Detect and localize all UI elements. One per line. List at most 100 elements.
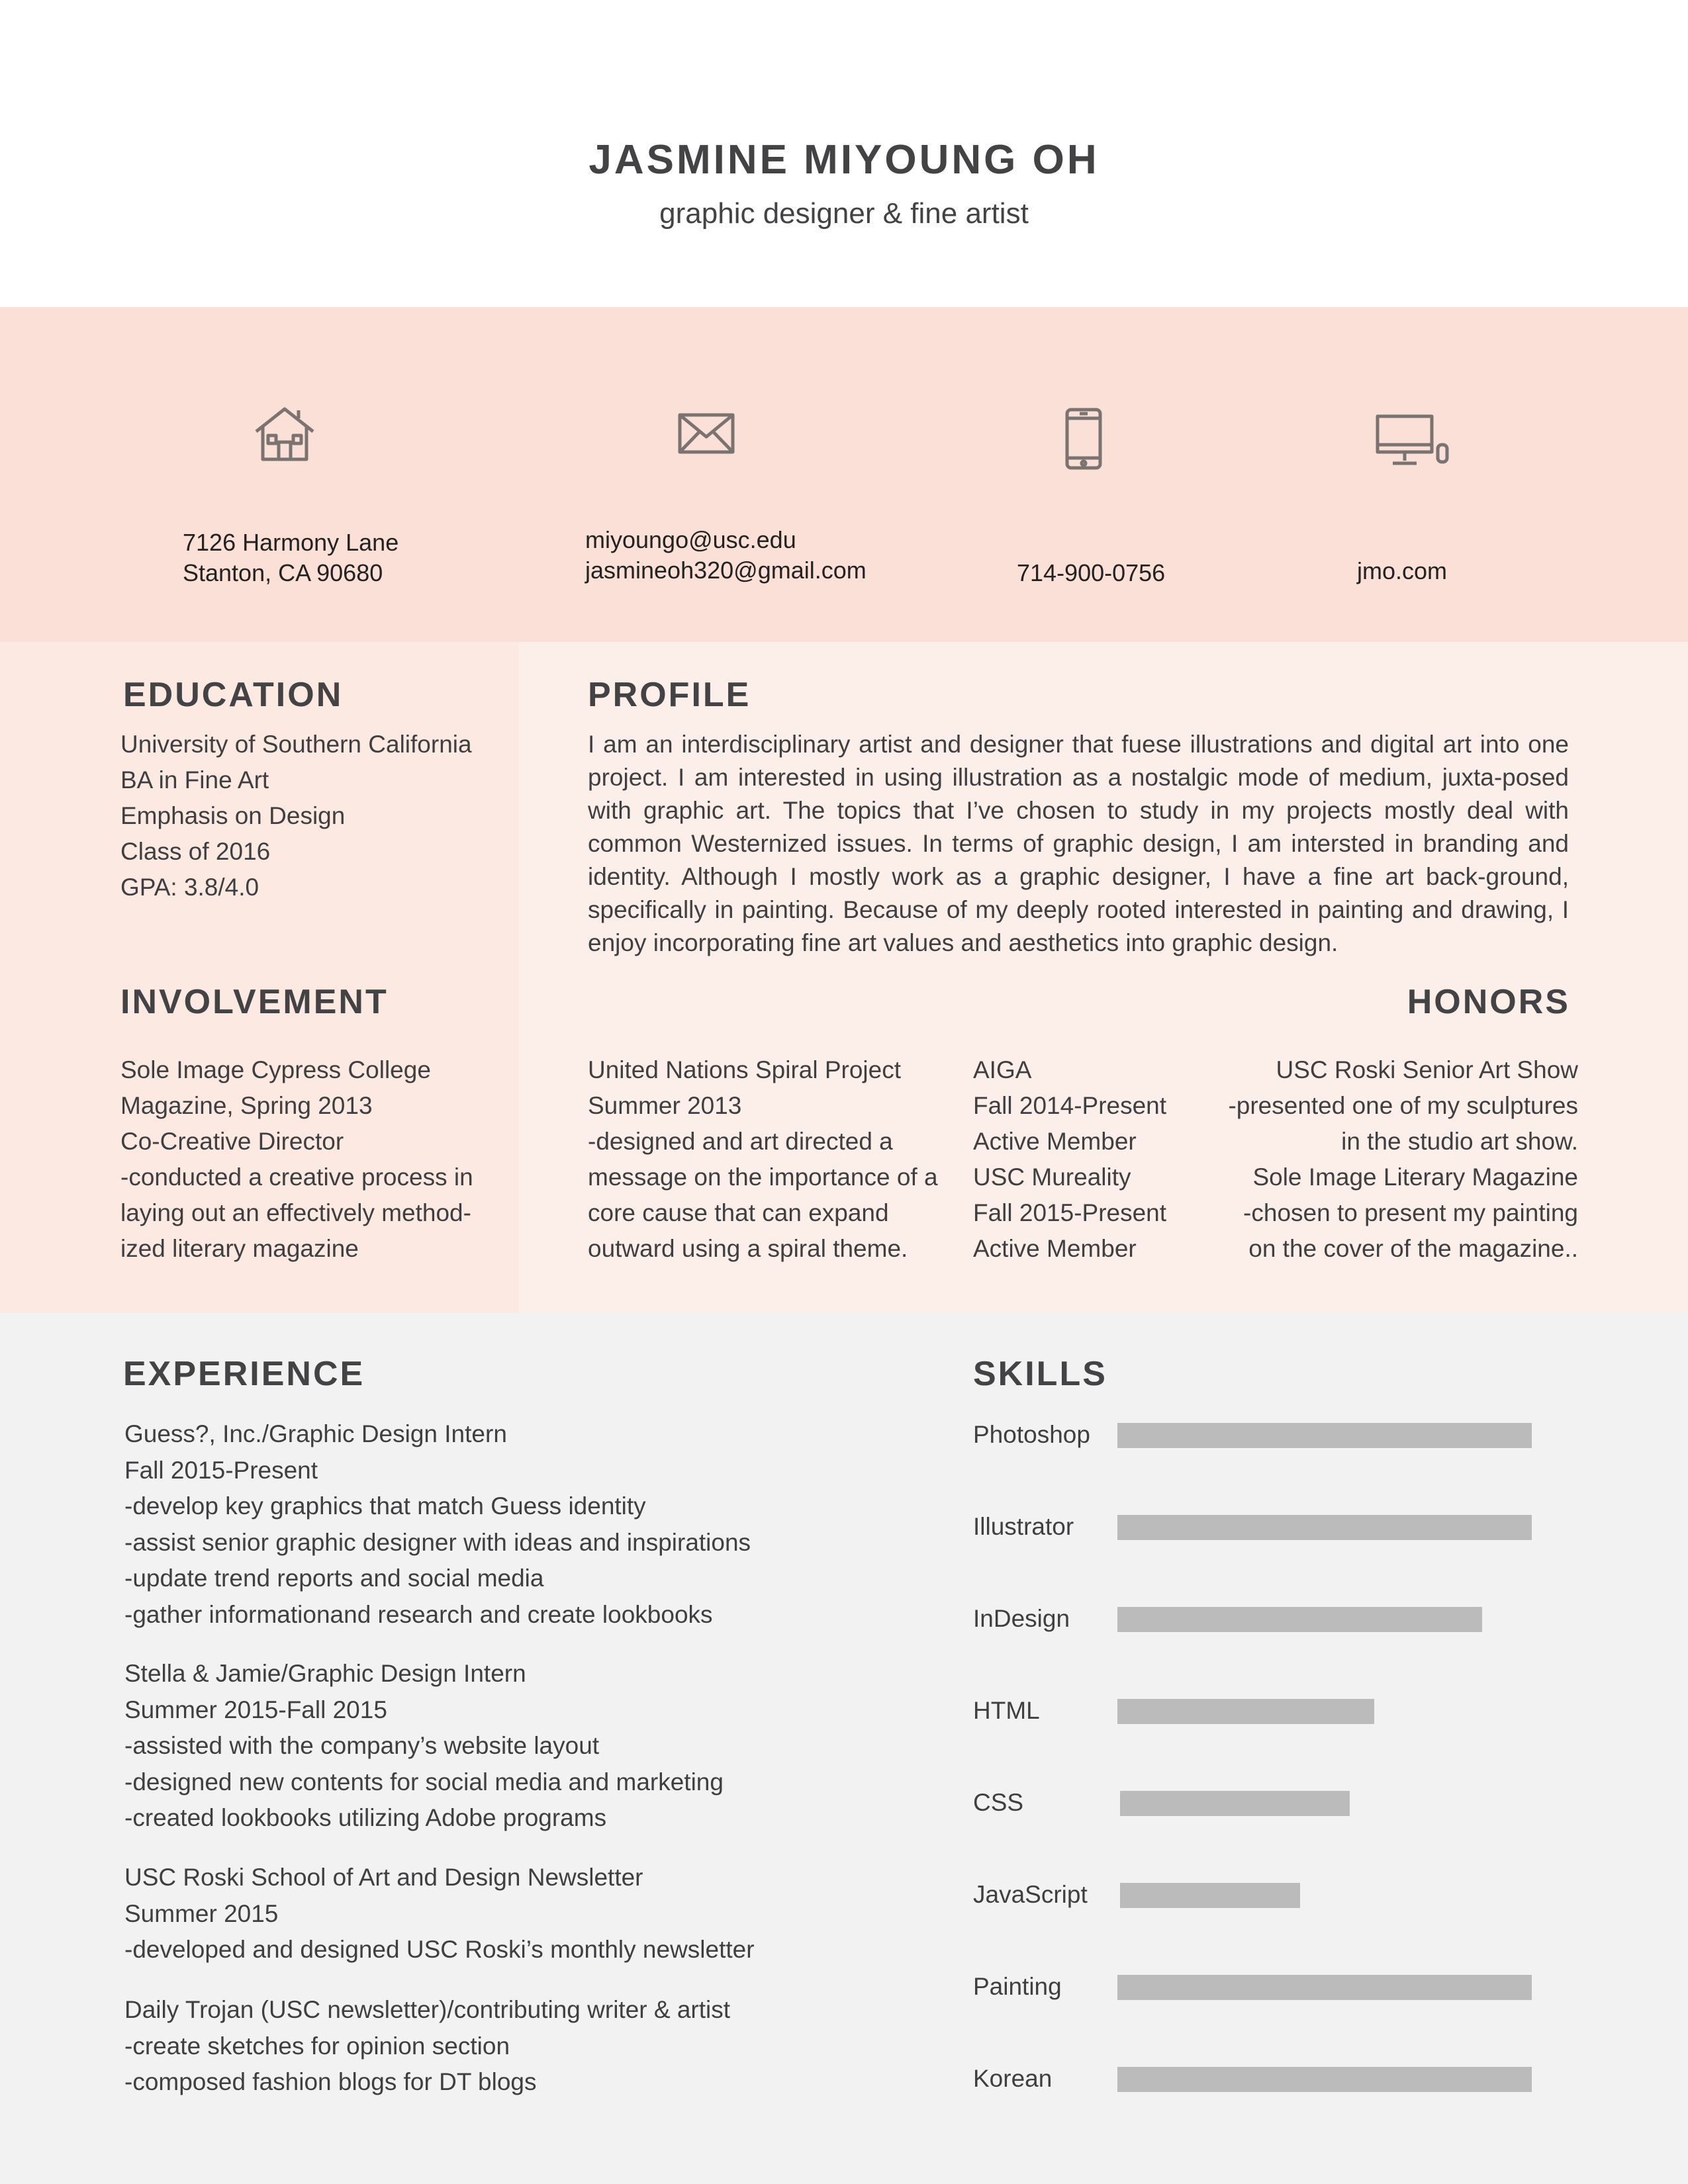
contact-emails: miyoungo@usc.edu jasmineoh320@gmail.com <box>585 525 867 586</box>
skill-label: Korean <box>973 2065 1053 2092</box>
skill-row: Photoshop <box>973 1415 1569 1455</box>
skill-bar <box>1117 2067 1532 2092</box>
experience-line: Guess?, Inc./Graphic Design Intern <box>124 1420 507 1447</box>
education-line: BA in Fine Art <box>120 766 269 794</box>
involvement-line: message on the importance of a <box>588 1163 938 1191</box>
involvement-line: Active Member <box>973 1235 1137 1262</box>
skill-row: HTML <box>973 1691 1569 1731</box>
honors-line: -chosen to present my painting <box>1243 1199 1578 1226</box>
involvement-line: outward using a spiral theme. <box>588 1235 908 1262</box>
envelope-icon <box>678 413 735 454</box>
phone-icon <box>1065 408 1102 470</box>
skill-bar <box>1117 1699 1375 1724</box>
skill-row: InDesign <box>973 1599 1569 1639</box>
education-list: University of Southern California BA in … <box>120 727 472 905</box>
experience-line: -composed fashion blogs for DT blogs <box>124 2068 537 2095</box>
involvement-col-2: United Nations Spiral Project Summer 201… <box>588 1052 938 1267</box>
skills-heading: SKILLS <box>973 1355 1107 1393</box>
profile-text: I am an interdisciplinary artist and des… <box>588 731 1569 956</box>
experience-heading: EXPERIENCE <box>123 1355 365 1393</box>
honors-line: -presented one of my sculptures <box>1228 1092 1578 1119</box>
involvement-col-3: AIGA Fall 2014-Present Active Member USC… <box>973 1052 1166 1267</box>
honors-heading: HONORS <box>1407 983 1570 1021</box>
skill-row: JavaScript <box>973 1875 1569 1915</box>
profile-heading: PROFILE <box>588 676 751 714</box>
involvement-line: Magazine, Spring 2013 <box>120 1092 373 1119</box>
experience-line: Summer 2015-Fall 2015 <box>124 1696 387 1723</box>
involvement-line: core cause that can expand <box>588 1199 889 1226</box>
contact-band <box>0 307 1688 642</box>
skill-bar <box>1117 1423 1532 1448</box>
skill-label: CSS <box>973 1789 1024 1816</box>
skill-track <box>1117 1699 1532 1724</box>
skill-row: Painting <box>973 1967 1569 2007</box>
honors-line: Sole Image Literary Magazine <box>1252 1163 1578 1191</box>
involvement-line: Fall 2015-Present <box>973 1199 1167 1226</box>
involvement-line: USC Mureality <box>973 1163 1131 1191</box>
involvement-line: United Nations Spiral Project <box>588 1056 901 1083</box>
involvement-line: Sole Image Cypress College <box>120 1056 431 1083</box>
involvement-line: ized literary magazine <box>120 1235 359 1262</box>
honors-list: USC Roski Senior Art Show -presented one… <box>1165 1052 1578 1267</box>
involvement-line: AIGA <box>973 1056 1032 1083</box>
involvement-line: Summer 2013 <box>588 1092 742 1119</box>
skill-label: Illustrator <box>973 1513 1074 1540</box>
involvement-heading: INVOLVEMENT <box>120 983 389 1021</box>
experience-line: Stella & Jamie/Graphic Design Intern <box>124 1660 526 1687</box>
involvement-line: laying out an effectively method- <box>120 1199 471 1226</box>
skill-row: CSS <box>973 1783 1569 1823</box>
experience-job-4: Daily Trojan (USC newsletter)/contributi… <box>124 1992 730 2101</box>
involvement-line: -conducted a creative process in <box>120 1163 473 1191</box>
education-line: University of Southern California <box>120 731 472 758</box>
involvement-line: -designed and art directed a <box>588 1128 893 1155</box>
skill-row: Illustrator <box>973 1507 1569 1547</box>
skill-track <box>1117 1607 1532 1632</box>
name-title: JASMINE MIYOUNG OH <box>588 137 1100 183</box>
skill-track <box>1120 1883 1534 1908</box>
involvement-line: Co-Creative Director <box>120 1128 344 1155</box>
experience-job-2: Stella & Jamie/Graphic Design Intern Sum… <box>124 1656 724 1837</box>
skill-track <box>1117 1515 1532 1540</box>
experience-line: Daily Trojan (USC newsletter)/contributi… <box>124 1996 731 2023</box>
subtitle: graphic designer & fine artist <box>659 197 1029 230</box>
skill-label: InDesign <box>973 1605 1070 1632</box>
contact-phone[interactable]: 714-900-0756 <box>1017 558 1165 588</box>
skill-row: Korean <box>973 2059 1569 2099</box>
skill-label: Photoshop <box>973 1421 1090 1448</box>
education-heading: EDUCATION <box>123 676 344 714</box>
house-icon <box>254 405 316 462</box>
experience-line: -update trend reports and social media <box>124 1565 544 1592</box>
experience-line: -develop key graphics that match Guess i… <box>124 1492 646 1520</box>
email-secondary[interactable]: jasmineoh320@gmail.com <box>585 555 867 586</box>
experience-job-1: Guess?, Inc./Graphic Design Intern Fall … <box>124 1416 751 1633</box>
contact-address: 7126 Harmony Lane Stanton, CA 90680 <box>183 527 399 588</box>
address-line-2: Stanton, CA 90680 <box>183 559 383 586</box>
experience-line: -create sketches for opinion section <box>124 2032 510 2060</box>
skill-bar <box>1117 1515 1532 1540</box>
experience-line: -gather informationand research and crea… <box>124 1600 713 1628</box>
experience-line: USC Roski School of Art and Design Newsl… <box>124 1864 643 1891</box>
experience-line: Fall 2015-Present <box>124 1456 318 1484</box>
education-line: Emphasis on Design <box>120 802 346 829</box>
honors-line: USC Roski Senior Art Show <box>1276 1056 1578 1083</box>
experience-line: -created lookbooks utilizing Adobe progr… <box>124 1804 607 1831</box>
involvement-line: Active Member <box>973 1128 1137 1155</box>
contact-website[interactable]: jmo.com <box>1357 556 1447 586</box>
address-line-1: 7126 Harmony Lane <box>183 529 399 556</box>
honors-line: in the studio art show. <box>1341 1128 1578 1155</box>
skill-bar <box>1117 1607 1482 1632</box>
experience-line: -assisted with the company’s website lay… <box>124 1732 600 1759</box>
experience-job-3: USC Roski School of Art and Design Newsl… <box>124 1860 755 1968</box>
skill-track <box>1120 1791 1534 1816</box>
education-line: GPA: 3.8/4.0 <box>120 874 259 901</box>
skill-bar <box>1117 1975 1532 2000</box>
skill-track <box>1117 2067 1532 2092</box>
experience-line: -developed and designed USC Roski’s mont… <box>124 1936 755 1963</box>
skill-track <box>1117 1423 1532 1448</box>
desktop-icon <box>1376 414 1450 469</box>
skill-track <box>1117 1975 1532 2000</box>
honors-line: on the cover of the magazine.. <box>1248 1235 1578 1262</box>
involvement-col-1: Sole Image Cypress College Magazine, Spr… <box>120 1052 473 1267</box>
experience-line: -designed new contents for social media … <box>124 1768 724 1796</box>
email-primary[interactable]: miyoungo@usc.edu <box>585 525 867 555</box>
